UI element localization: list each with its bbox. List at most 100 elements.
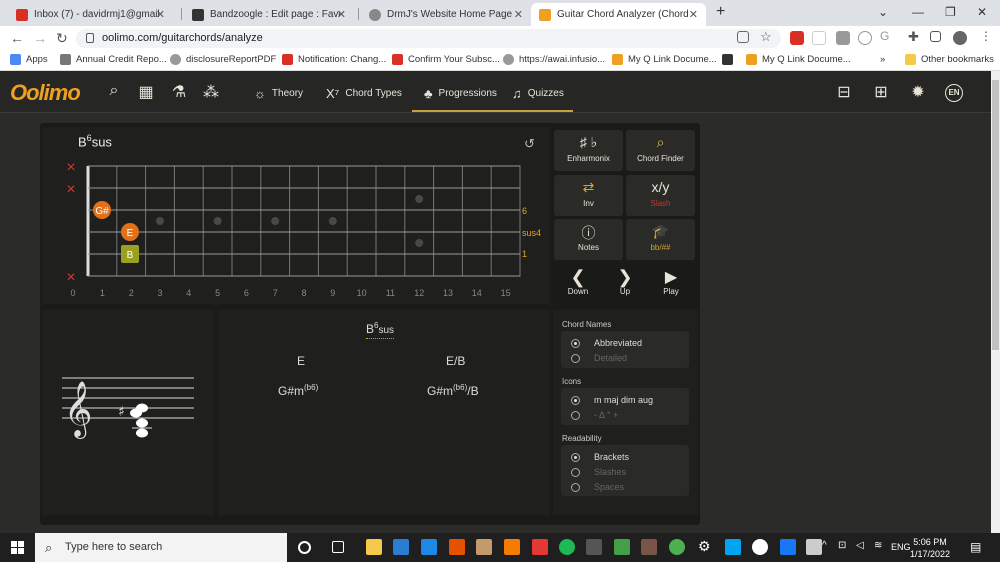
s-extension-icon[interactable] xyxy=(858,31,872,45)
extension-icon[interactable] xyxy=(836,31,850,45)
option-abbreviated[interactable]: Abbreviated xyxy=(571,338,642,348)
accidentals-button[interactable]: 🎓 bb/## xyxy=(626,219,695,260)
tab-bandzoogle[interactable]: Bandzoogle : Edit page : Favorite ✕ xyxy=(184,3,354,26)
nav-theory[interactable]: ☼ Theory xyxy=(254,86,303,101)
chord-name-alternative[interactable]: E xyxy=(297,354,305,368)
volume-icon[interactable]: ◁ xyxy=(856,540,864,551)
restore-button[interactable]: ❐ xyxy=(945,5,956,19)
media-player-icon[interactable] xyxy=(449,539,465,555)
reset-icon[interactable]: ↺ xyxy=(524,136,535,152)
radio-selected[interactable] xyxy=(571,338,580,348)
taskbar-search-input[interactable]: ⌕ Type here to search xyxy=(35,533,287,562)
windows-start-icon[interactable] xyxy=(11,541,24,554)
system-clock[interactable]: 5:06 PM 1/17/2022 xyxy=(910,536,950,560)
radio[interactable] xyxy=(571,482,580,492)
mail-icon[interactable] xyxy=(421,539,437,555)
mixer-icon[interactable]: ⊟ xyxy=(833,82,855,102)
back-button[interactable]: ← xyxy=(10,30,24,46)
app-icon[interactable] xyxy=(641,539,657,555)
option-spaces[interactable]: Spaces xyxy=(571,482,624,492)
bookmark-item[interactable]: My Q Link Docume... xyxy=(746,54,851,65)
chrome-icon[interactable] xyxy=(669,539,685,555)
inversion-button[interactable]: ⇄ Inv xyxy=(554,175,623,216)
bookmark-item[interactable]: disclosureReportPDF xyxy=(170,54,276,65)
close-icon[interactable]: ✕ xyxy=(689,8,698,21)
url-input[interactable]: oolimo.com/guitarchords/analyze xyxy=(76,29,781,48)
bookmark-item[interactable]: Notification: Chang... xyxy=(282,54,386,65)
settings-gear-icon[interactable]: ⚙ xyxy=(698,538,714,554)
oolimo-logo[interactable]: Oolimo xyxy=(10,80,81,106)
chord-finder-button[interactable]: ⌕ Chord Finder xyxy=(626,130,695,171)
google-extension-icon[interactable]: G xyxy=(880,29,894,43)
app-icon[interactable] xyxy=(752,539,768,555)
option-slashes[interactable]: Slashes xyxy=(571,467,626,477)
option-glyph-symbols[interactable]: - Δ ° + xyxy=(571,410,618,420)
bookmark-apps[interactable]: Apps xyxy=(10,54,48,65)
app-icon[interactable] xyxy=(586,539,602,555)
bookmark-item[interactable]: https://awai.infusio... xyxy=(503,54,605,65)
radio[interactable] xyxy=(571,467,580,477)
puzzle-icon[interactable]: ✚ xyxy=(908,29,922,44)
muted-string-mark[interactable]: × xyxy=(66,159,75,176)
radio[interactable] xyxy=(571,410,580,420)
sidepanel-icon[interactable] xyxy=(930,31,941,42)
bookmark-item[interactable]: Confirm Your Subsc... xyxy=(392,54,500,65)
bookmark-item[interactable] xyxy=(722,54,738,65)
pdf-extension-icon[interactable] xyxy=(790,31,804,45)
scrollbar-thumb[interactable] xyxy=(992,80,999,350)
menu-icon[interactable]: ⋮ xyxy=(980,29,994,43)
chord-name-alternative[interactable]: G#m(b6)/B xyxy=(427,383,479,398)
file-explorer-icon[interactable] xyxy=(366,539,382,555)
ebay-extension-icon[interactable] xyxy=(812,31,826,45)
fretboard[interactable]: × × × G# E B 6 sus4 1 0 1 2 3 4 5 6 7 8 9 10 11 12 13… xyxy=(42,155,550,305)
play-button[interactable]: ▶ Play xyxy=(648,263,694,304)
muted-string-mark[interactable]: × xyxy=(66,269,75,286)
flask-icon[interactable]: ⚗ xyxy=(168,82,190,102)
close-icon[interactable]: ✕ xyxy=(337,8,346,21)
nav-chord-types[interactable]: X⁷ Chord Types xyxy=(326,86,402,101)
search-icon[interactable]: ⌕ xyxy=(103,82,125,102)
facebook-icon[interactable] xyxy=(780,539,796,555)
tab-search-icon[interactable]: ⌄ xyxy=(878,5,888,19)
language-button[interactable]: EN xyxy=(945,84,963,102)
close-icon[interactable]: ✕ xyxy=(156,8,165,21)
notes-button[interactable]: ⓘ Notes xyxy=(554,219,623,260)
fretboard-icon[interactable]: ⁂ xyxy=(200,82,222,102)
chord-analyzer-icon[interactable]: ▦ xyxy=(135,82,157,102)
app-icon[interactable] xyxy=(532,539,548,555)
new-tab-button[interactable]: + xyxy=(716,3,725,21)
input-language[interactable]: ENG xyxy=(891,542,911,552)
radio-selected[interactable] xyxy=(571,395,580,405)
close-icon[interactable]: ✕ xyxy=(514,8,523,21)
tab-oolimo[interactable]: Guitar Chord Analyzer (Chord Na ✕ xyxy=(531,3,706,26)
up-button[interactable]: ❯ Up xyxy=(602,263,648,304)
share-icon[interactable] xyxy=(737,31,749,43)
minimize-button[interactable]: — xyxy=(912,5,924,19)
close-window-button[interactable]: ✕ xyxy=(977,5,987,19)
task-view-icon[interactable] xyxy=(332,541,344,553)
windows-icon[interactable] xyxy=(725,539,741,555)
radio-selected[interactable] xyxy=(571,452,580,462)
spotify-icon[interactable] xyxy=(559,539,575,555)
library-icon[interactable] xyxy=(476,539,492,555)
wifi-icon[interactable]: ≋ xyxy=(874,540,882,551)
option-brackets[interactable]: Brackets xyxy=(571,452,629,462)
chord-name-alternative[interactable]: E/B xyxy=(446,354,465,368)
vlc-icon[interactable] xyxy=(504,539,520,555)
notifications-icon[interactable]: ▤ xyxy=(970,540,981,554)
other-bookmarks[interactable]: Other bookmarks xyxy=(905,54,994,65)
network-icon[interactable]: ⊡ xyxy=(838,540,846,551)
avatar[interactable] xyxy=(953,31,967,45)
app-icon[interactable] xyxy=(614,539,630,555)
store-icon[interactable] xyxy=(393,539,409,555)
more-bookmarks-button[interactable]: » xyxy=(880,54,885,65)
brightness-icon[interactable]: ✹ xyxy=(907,82,929,102)
bookmark-star-icon[interactable]: ☆ xyxy=(760,29,774,44)
reload-button[interactable]: ↻ xyxy=(56,30,68,47)
option-detailed[interactable]: Detailed xyxy=(571,353,627,363)
tab-gmail[interactable]: Inbox (7) - davidrmj1@gmail.com ✕ xyxy=(8,3,173,26)
left-right-hand-icon[interactable]: ⊞ xyxy=(870,82,892,102)
cortana-icon[interactable] xyxy=(298,541,311,554)
show-hidden-icons[interactable]: ^ xyxy=(822,540,827,551)
option-text-symbols[interactable]: m maj dim aug xyxy=(571,395,653,405)
